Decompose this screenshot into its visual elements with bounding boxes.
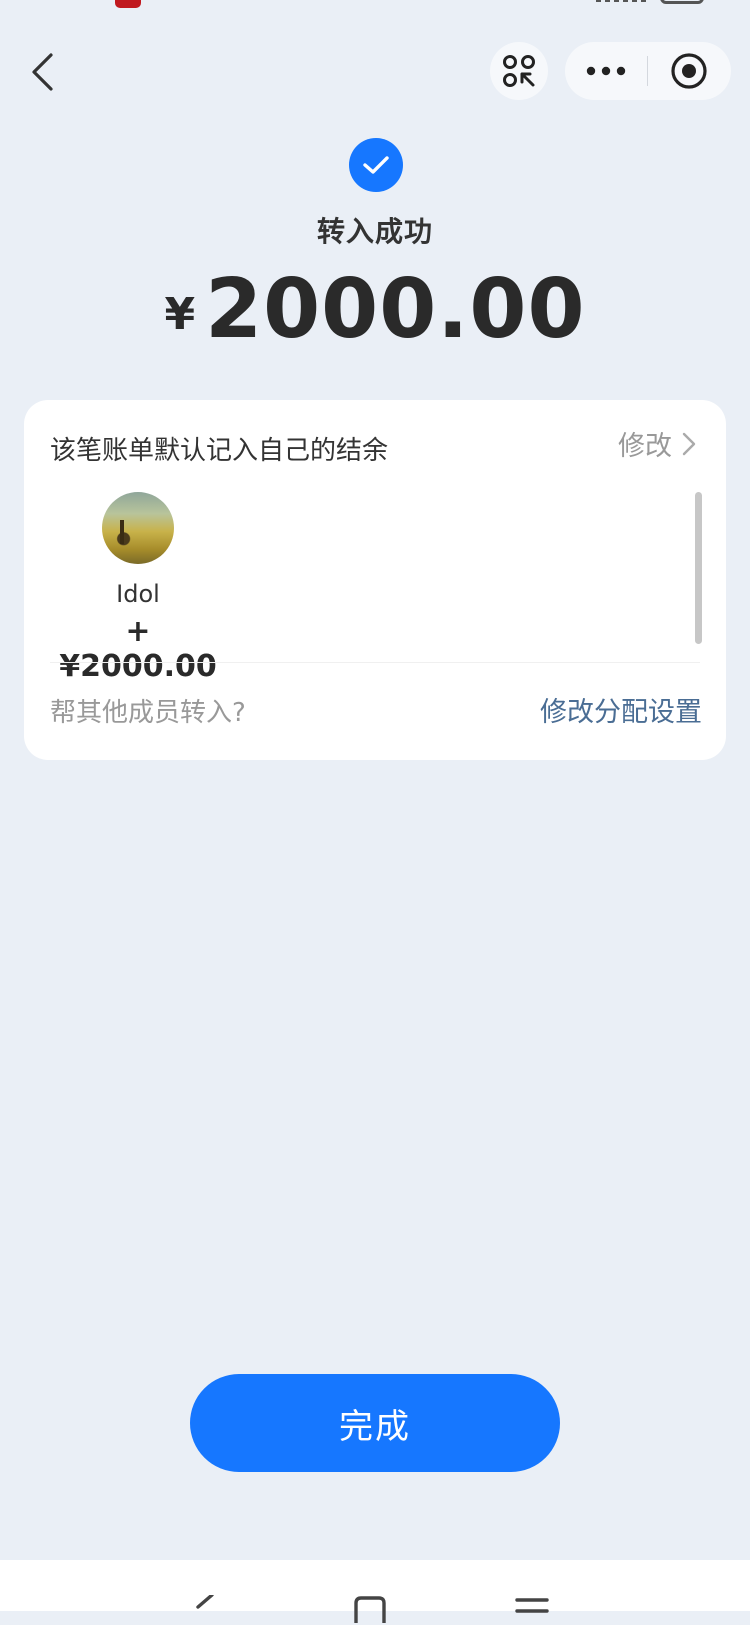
scrollbar[interactable] — [695, 492, 702, 644]
modify-allocation-settings-link[interactable]: 修改分配设置 — [540, 690, 702, 729]
chevron-left-icon — [32, 53, 53, 91]
home-nav-icon[interactable] — [352, 1595, 392, 1625]
edit-allocation-button[interactable]: 修改 — [618, 424, 696, 463]
scan-icon — [503, 55, 535, 87]
member-item[interactable]: Idol +¥2000.00 — [58, 492, 218, 684]
member-name: Idol — [116, 580, 160, 608]
divider — [50, 662, 700, 663]
edit-label: 修改 — [618, 431, 672, 462]
allocation-card: 该笔账单默认记入自己的结余 修改 Idol +¥2000.00 帮其他成员转入?… — [24, 400, 726, 760]
scan-button[interactable] — [490, 42, 548, 100]
back-nav-icon[interactable] — [186, 1595, 226, 1625]
signal-icon — [596, 0, 646, 2]
status-bar — [0, 0, 750, 12]
done-button[interactable]: 完成 — [190, 1374, 560, 1472]
more-horizontal-icon — [586, 66, 626, 76]
mini-program-capsule — [565, 42, 731, 100]
more-button[interactable] — [565, 42, 647, 100]
success-check-icon — [349, 138, 403, 192]
default-allocation-note: 该笔账单默认记入自己的结余 — [50, 436, 389, 466]
help-other-members-text: 帮其他成员转入? — [50, 698, 246, 728]
target-circle-icon — [671, 53, 707, 89]
close-button[interactable] — [648, 42, 730, 100]
status-title: 转入成功 — [316, 215, 433, 248]
battery-icon — [660, 0, 704, 4]
notification-badge — [115, 0, 141, 8]
back-button[interactable] — [22, 50, 62, 94]
currency-symbol: ¥ — [164, 289, 196, 340]
transfer-amount: ¥2000.00 — [0, 262, 750, 357]
avatar — [102, 492, 174, 564]
amount-value: 2000.00 — [205, 262, 586, 357]
member-amount: +¥2000.00 — [59, 614, 217, 684]
menu-nav-icon[interactable] — [514, 1595, 554, 1625]
system-nav-bar — [0, 1560, 750, 1623]
chevron-right-icon — [682, 432, 696, 456]
